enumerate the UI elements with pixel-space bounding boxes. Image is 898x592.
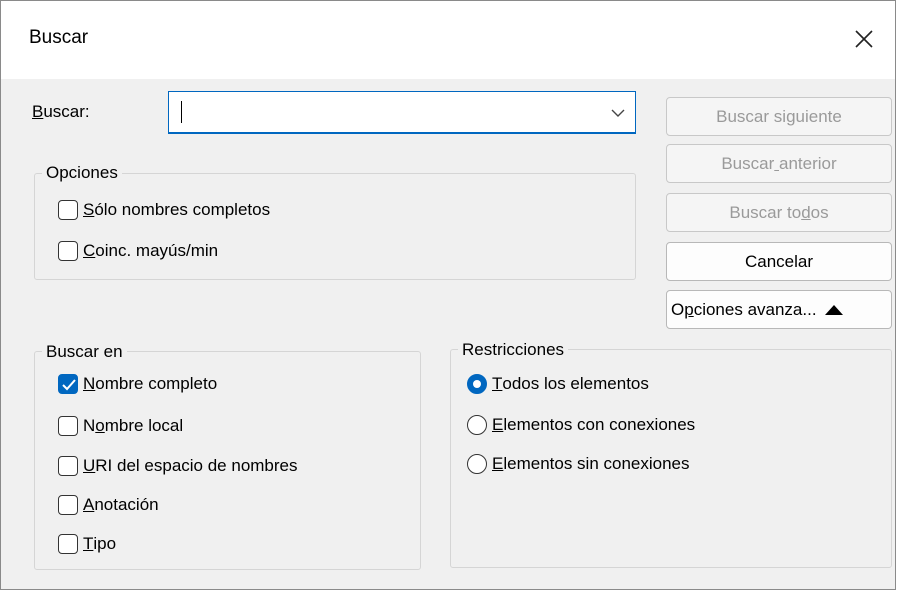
chevron-down-icon[interactable]: [609, 104, 627, 122]
find-prev-label-post: anterior: [779, 153, 837, 173]
checkbox-label: ombre completo: [95, 374, 218, 393]
checkbox-hotkey: A: [83, 495, 95, 514]
find-prev-label-pre: Buscar: [721, 153, 775, 173]
search-combobox[interactable]: [168, 91, 636, 134]
checkbox-label: oinc. mayús/min: [95, 241, 219, 260]
match-case-checkbox[interactable]: Coinc. mayús/min: [58, 241, 218, 261]
cancel-label: Cancelar: [744, 251, 814, 271]
dialog-title: Buscar: [29, 27, 89, 48]
checkbox-box[interactable]: [58, 495, 78, 515]
find-next-label-pre: Buscar si: [716, 106, 787, 126]
checkbox-box[interactable]: [58, 200, 78, 220]
find-all-button[interactable]: Buscar to d os: [666, 193, 892, 232]
find-previous-button[interactable]: Buscar anterior: [666, 144, 892, 183]
find-next-label-post: uiente: [795, 106, 842, 126]
search-label: Buscar:: [32, 102, 90, 122]
checkbox-box[interactable]: [58, 374, 78, 394]
unconnected-elements-radio[interactable]: Elementos sin conexiones: [467, 454, 690, 474]
advanced-label-post: ciones avanza...: [693, 299, 817, 319]
checkbox-label: notación: [94, 495, 159, 514]
checkbox-hotkey: o: [95, 416, 105, 435]
options-group-title: Opciones: [42, 163, 122, 183]
restrictions-group-title: Restricciones: [458, 340, 569, 360]
radio-hotkey: T: [492, 374, 503, 393]
radio-button[interactable]: [467, 374, 487, 394]
radio-label: odos los elementos: [502, 374, 649, 393]
find-dialog: Buscar Buscar: Buscar si g uiente Buscar a…: [0, 0, 896, 590]
full-name-checkbox[interactable]: Nombre completo: [58, 374, 217, 394]
checkbox-box[interactable]: [58, 416, 78, 436]
checkbox-box[interactable]: [58, 534, 78, 554]
radio-label: lementos sin conexiones: [503, 454, 690, 473]
namespace-uri-checkbox[interactable]: U RI del espacio de nombres: [58, 456, 298, 476]
radio-hotkey: E: [492, 454, 504, 473]
checkbox-hotkey: S: [83, 200, 95, 219]
radio-label: lementos con conexiones: [503, 415, 696, 434]
cancel-button[interactable]: Cancelar: [666, 242, 892, 281]
checkbox-hotkey: U: [83, 456, 96, 475]
type-checkbox[interactable]: Tipo: [58, 534, 116, 554]
radio-button[interactable]: [467, 415, 487, 435]
search-label-hotkey: B: [32, 102, 44, 121]
checkbox-hotkey: N: [83, 374, 96, 393]
annotation-checkbox[interactable]: Anotación: [58, 495, 159, 515]
local-name-checkbox[interactable]: No mbre local: [58, 416, 183, 436]
options-group: [34, 173, 636, 280]
find-next-button[interactable]: Buscar si g uiente: [666, 97, 892, 136]
checkbox-label: ipo: [93, 534, 117, 553]
search-label-text: uscar:: [43, 102, 90, 121]
advanced-options-button[interactable]: Op ciones avanza...: [666, 290, 892, 329]
all-elements-radio[interactable]: Todos los elementos: [467, 374, 649, 394]
close-icon: [855, 30, 873, 48]
text-cursor: [181, 101, 182, 123]
checkbox-label: ólo nombres completos: [94, 200, 271, 219]
checkbox-label: mbre local: [104, 416, 184, 435]
radio-hotkey: E: [492, 415, 504, 434]
checkbox-box[interactable]: [58, 456, 78, 476]
checkbox-hotkey: T: [83, 534, 94, 553]
whole-names-checkbox[interactable]: Sólo nombres completos: [58, 200, 270, 220]
triangle-up-icon: [824, 304, 843, 315]
checkbox-hotkey: C: [83, 241, 96, 260]
radio-button[interactable]: [467, 454, 487, 474]
title-bar: Buscar: [1, 1, 895, 79]
find-next-hotkey: g: [786, 106, 796, 126]
advanced-label-pre: O: [671, 299, 685, 319]
checkbox-label: RI del espacio de nombres: [95, 456, 298, 475]
connected-elements-radio[interactable]: Elementos con conexiones: [467, 415, 695, 435]
find-all-label-post: os: [810, 202, 829, 222]
find-all-label-pre: Buscar to: [729, 202, 802, 222]
checkbox-label-pre: N: [83, 416, 96, 435]
close-button[interactable]: [833, 1, 895, 77]
advanced-hotkey: p: [684, 299, 694, 319]
find-all-hotkey: d: [801, 202, 811, 222]
checkmark-icon: [62, 379, 76, 391]
search-in-group-title: Buscar en: [42, 342, 127, 362]
checkbox-box[interactable]: [58, 241, 78, 261]
search-input[interactable]: [177, 98, 597, 126]
